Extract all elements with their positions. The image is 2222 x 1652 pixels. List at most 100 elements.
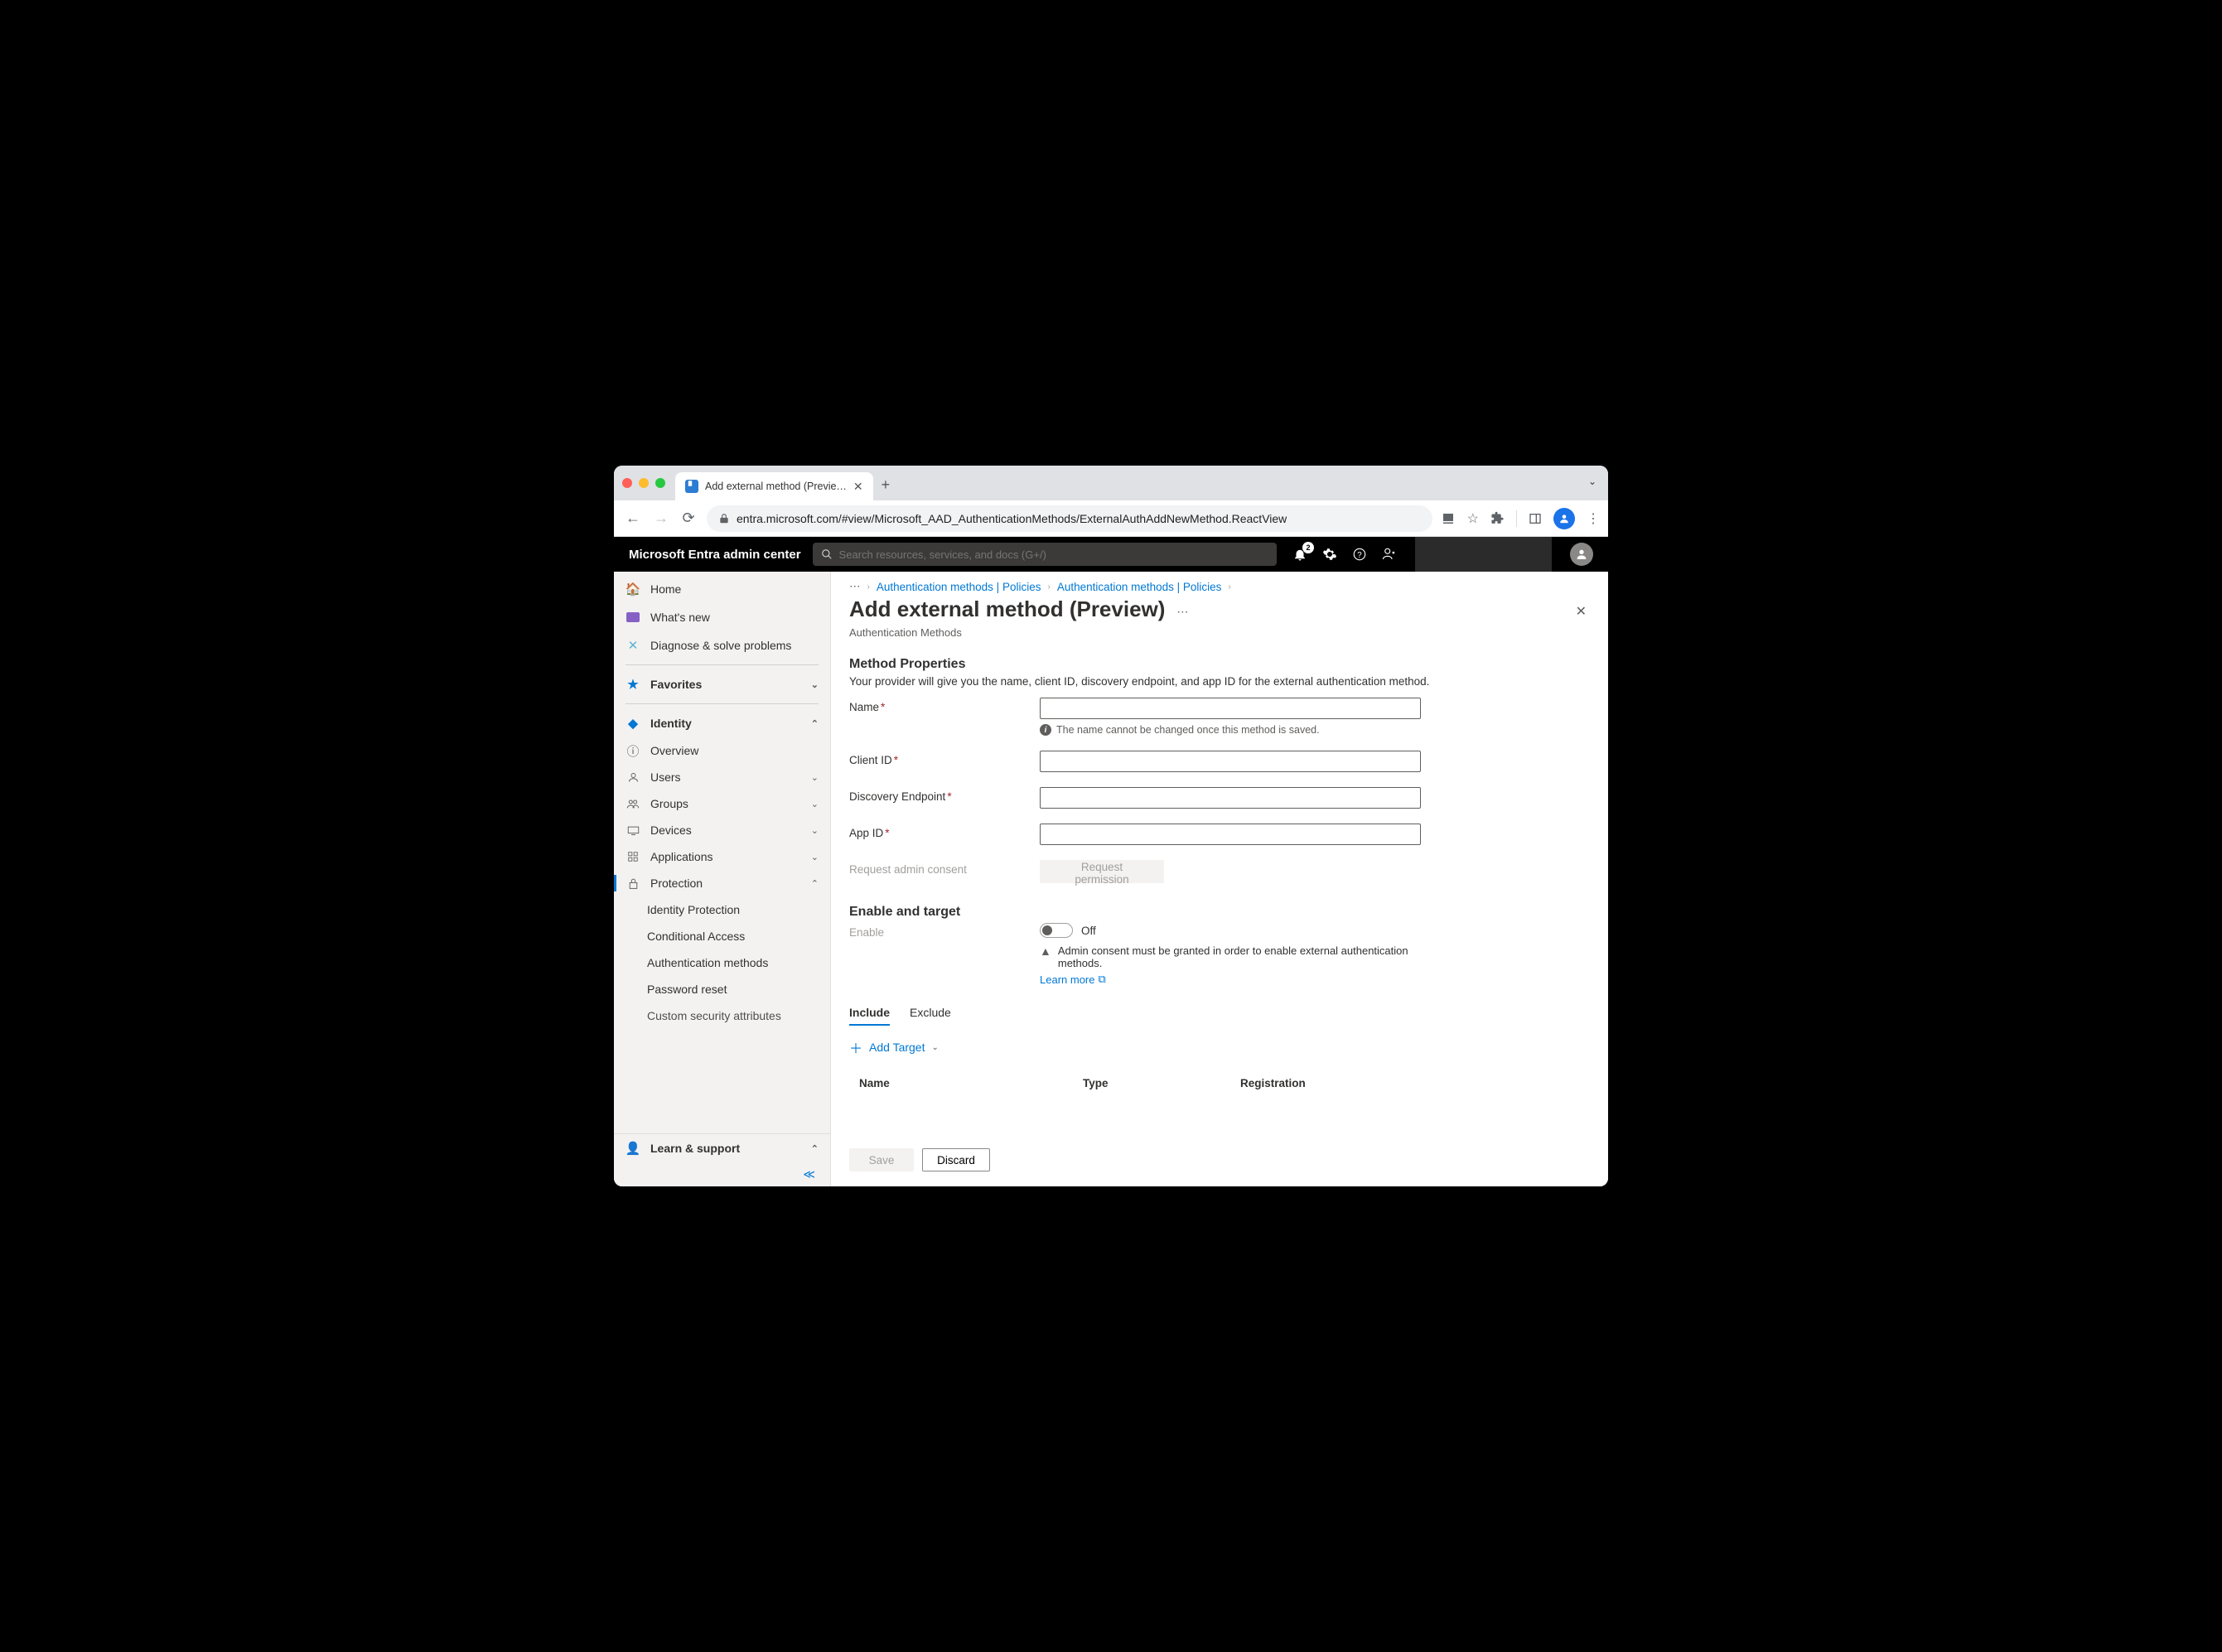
app-body: 🏠 Home What's new ✕ Diagnose & solve pro… — [614, 572, 1608, 1186]
breadcrumb-sep-icon: › — [1228, 582, 1230, 592]
form-row-consent: Request admin consent Request permission — [849, 860, 1590, 883]
form-area: Name* i The name cannot be changed once … — [831, 698, 1608, 898]
app-id-input[interactable] — [1040, 824, 1421, 845]
sidebar-item-devices[interactable]: Devices ⌄ — [614, 817, 830, 843]
sidebar-item-favorites[interactable]: ★ Favorites ⌄ — [614, 670, 830, 698]
global-search[interactable] — [813, 543, 1277, 566]
targets-table-header: Name Type Registration — [831, 1069, 1608, 1095]
learn-more-link[interactable]: Learn more ⧉ — [1040, 973, 1421, 986]
sidebar-item-whats-new[interactable]: What's new — [614, 603, 830, 631]
megaphone-icon — [626, 610, 640, 625]
chevron-down-icon: ⌄ — [811, 825, 819, 836]
forward-button[interactable]: → — [650, 506, 670, 530]
browser-tabbar: ▘ Add external method (Previe… ✕ + ⌄ — [614, 466, 1608, 500]
section-desc: Your provider will give you the name, cl… — [831, 675, 1608, 698]
back-button[interactable]: ← — [622, 506, 642, 530]
external-link-icon: ⧉ — [1098, 973, 1105, 986]
sidebar-item-groups[interactable]: Groups ⌄ — [614, 790, 830, 817]
page-menu-icon[interactable]: ⋯ — [1176, 605, 1188, 619]
lock-icon — [626, 876, 640, 891]
client-id-input[interactable] — [1040, 751, 1421, 772]
install-app-icon[interactable] — [1441, 511, 1456, 526]
close-tab-icon[interactable]: ✕ — [853, 480, 863, 494]
browser-toolbar: ← → ⟳ entra.microsoft.com/#view/Microsof… — [614, 500, 1608, 537]
sidebar-item-identity[interactable]: ◆ Identity ⌃ — [614, 709, 830, 737]
profile-avatar-icon[interactable] — [1553, 508, 1575, 529]
sidebar-item-learn-support[interactable]: 👤 Learn & support ⌃ — [614, 1134, 830, 1162]
sidebar-item-applications[interactable]: Applications ⌄ — [614, 843, 830, 870]
maximize-window-button[interactable] — [655, 478, 665, 488]
account-box[interactable] — [1415, 537, 1552, 572]
enable-toggle[interactable] — [1040, 923, 1073, 938]
tab-exclude[interactable]: Exclude — [910, 1006, 951, 1026]
browser-tab[interactable]: ▘ Add external method (Previe… ✕ — [675, 472, 873, 500]
reload-button[interactable]: ⟳ — [679, 506, 698, 530]
search-input[interactable] — [839, 548, 1268, 561]
device-icon — [626, 823, 640, 838]
close-window-button[interactable] — [622, 478, 632, 488]
app-id-label: App ID* — [849, 824, 1040, 839]
info-icon: ⓘ — [626, 743, 640, 758]
discard-button[interactable]: Discard — [922, 1148, 990, 1171]
notifications-icon[interactable]: 2 — [1292, 547, 1307, 562]
form-row-app-id: App ID* — [849, 824, 1590, 845]
discovery-input[interactable] — [1040, 787, 1421, 809]
tabs-overflow-icon[interactable]: ⌄ — [1588, 476, 1596, 487]
sidebar-item-identity-protection[interactable]: Identity Protection — [614, 896, 830, 923]
chevron-up-icon: ⌃ — [811, 878, 819, 889]
section-enable-target: Enable and target — [831, 898, 1608, 923]
form-row-enable: Enable Off ▲ Admin consent must be grant… — [849, 923, 1590, 986]
page-header: Add external method (Preview) ⋯ ✕ — [831, 593, 1608, 626]
chevron-down-icon: ⌄ — [811, 799, 819, 809]
breadcrumb-link-2[interactable]: Authentication methods | Policies — [1057, 581, 1222, 593]
sidepanel-icon[interactable] — [1529, 512, 1542, 525]
window-controls — [622, 478, 665, 488]
sidebar-item-protection[interactable]: Protection ⌃ — [614, 870, 830, 896]
url-text: entra.microsoft.com/#view/Microsoft_AAD_… — [737, 512, 1287, 525]
close-blade-icon[interactable]: ✕ — [1572, 600, 1590, 623]
extensions-icon[interactable] — [1490, 511, 1505, 525]
sidebar-scroll[interactable]: 🏠 Home What's new ✕ Diagnose & solve pro… — [614, 572, 830, 1133]
footer-actions: Save Discard — [831, 1136, 1608, 1186]
svg-text:?: ? — [1357, 551, 1362, 560]
breadcrumb: ⋯ › Authentication methods | Policies › … — [831, 572, 1608, 593]
warning-icon: ▲ — [1040, 944, 1051, 958]
feedback-icon[interactable] — [1382, 547, 1397, 562]
apps-icon — [626, 849, 640, 864]
person-icon — [626, 770, 640, 785]
site-info-icon[interactable] — [718, 513, 730, 524]
sidebar-item-authentication-methods[interactable]: Authentication methods — [614, 949, 830, 976]
add-target-button[interactable]: ＋ Add Target ⌄ — [831, 1026, 1608, 1069]
sidebar-item-overview[interactable]: ⓘ Overview — [614, 737, 830, 764]
address-bar[interactable]: entra.microsoft.com/#view/Microsoft_AAD_… — [707, 505, 1432, 532]
sidebar-item-diagnose[interactable]: ✕ Diagnose & solve problems — [614, 631, 830, 659]
name-input[interactable] — [1040, 698, 1421, 719]
chevron-down-icon: ⌄ — [811, 852, 819, 862]
consent-label: Request admin consent — [849, 860, 1040, 876]
sidebar-item-home[interactable]: 🏠 Home — [614, 575, 830, 603]
breadcrumb-sep-icon: › — [867, 582, 870, 592]
page-subtitle: Authentication Methods — [831, 626, 1608, 650]
browser-menu-icon[interactable]: ⋮ — [1587, 510, 1600, 527]
sidebar-item-password-reset[interactable]: Password reset — [614, 976, 830, 1002]
minimize-window-button[interactable] — [639, 478, 649, 488]
help-icon[interactable]: ? — [1352, 547, 1367, 562]
info-icon: i — [1040, 724, 1051, 736]
bookmark-icon[interactable]: ☆ — [1467, 510, 1479, 527]
breadcrumb-link-1[interactable]: Authentication methods | Policies — [877, 581, 1041, 593]
sidebar-item-custom-security-attributes[interactable]: Custom security attributes — [614, 1002, 830, 1029]
collapse-sidebar-button[interactable]: ≪ — [614, 1162, 830, 1186]
new-tab-button[interactable]: + — [882, 476, 891, 494]
tab-favicon-icon: ▘ — [685, 480, 698, 493]
request-permission-button[interactable]: Request permission — [1040, 860, 1164, 883]
sidebar-item-users[interactable]: Users ⌄ — [614, 764, 830, 790]
user-avatar-icon[interactable] — [1570, 543, 1593, 566]
settings-icon[interactable] — [1322, 547, 1337, 562]
toolbar-separator — [1516, 510, 1517, 527]
sidebar: 🏠 Home What's new ✕ Diagnose & solve pro… — [614, 572, 831, 1186]
sidebar-item-conditional-access[interactable]: Conditional Access — [614, 923, 830, 949]
star-icon: ★ — [626, 677, 640, 692]
save-button[interactable]: Save — [849, 1148, 914, 1171]
tab-include[interactable]: Include — [849, 1006, 890, 1026]
breadcrumb-overflow-icon[interactable]: ⋯ — [849, 580, 861, 593]
